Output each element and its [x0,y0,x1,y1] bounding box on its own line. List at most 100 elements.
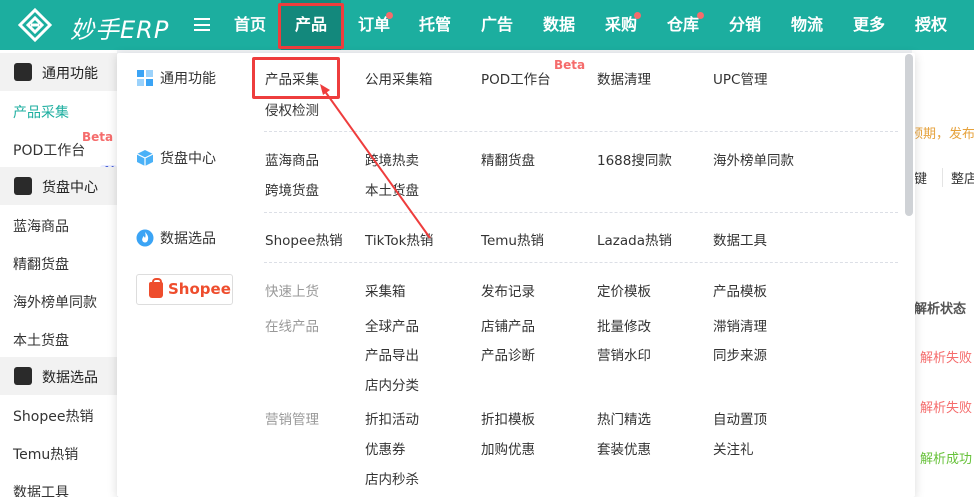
orders-notification-dot [386,12,393,19]
menu-link-shopee-hot[interactable]: Shopee热销 [265,229,343,249]
section-label-marketing: 营销管理 [265,412,319,428]
menu-link-refined-supply[interactable]: 精翻货盘 [481,149,535,169]
menu-link-shop-category[interactable]: 店内分类 [365,374,419,394]
cube-icon [14,177,32,195]
left-sidebar: 通用功能 产品采集 POD工作台 Beta AI 货盘中心 蓝海商品 精翻货盘 … [0,50,118,497]
nav-ads[interactable]: 广告 [469,0,525,50]
pod-beta-badge: Beta [554,58,586,72]
menu-link-follow-gift[interactable]: 关注礼 [713,438,754,458]
table-header-cell: 键 [914,172,928,187]
nav-orders[interactable]: 订单 [346,0,402,50]
shopee-label: Shopee [168,280,231,298]
menu-link-public-collect-box[interactable]: 公用采集箱 [365,68,433,88]
menu-link-blue-ocean[interactable]: 蓝海商品 [265,149,319,169]
menu-link-publish-record[interactable]: 发布记录 [481,280,535,300]
menu-link-add-on-deal[interactable]: 加购优惠 [481,438,535,458]
sidebar-group-general[interactable]: 通用功能 [0,53,117,91]
main-content-background: 预期，发布 键 整店 解析状态 解析失败 解析失败 解析成功 [910,50,974,497]
menu-link-lazada-hot[interactable]: Lazada热销 [597,229,672,249]
menu-link-local-supply[interactable]: 本土货盘 [365,179,419,199]
menu-link-1688-same[interactable]: 1688搜同款 [597,149,672,169]
sidebar-item-refined-supply[interactable]: 精翻货盘 [13,254,69,274]
nav-distribution[interactable]: 分销 [717,0,773,50]
menu-link-batch-edit[interactable]: 批量修改 [597,315,651,335]
highlight-box-product-nav [278,3,344,49]
section-label-online-products: 在线产品 [265,319,319,335]
sidebar-group-label: 数据选品 [42,370,98,386]
menu-divider [264,131,898,132]
menu-link-marketing-watermark[interactable]: 营销水印 [597,344,651,364]
sidebar-beta-badge: Beta [82,130,114,144]
sidebar-group-label: 货盘中心 [42,180,98,196]
menu-link-coupons[interactable]: 优惠券 [365,438,406,458]
section-label-quick-listing: 快速上货 [265,284,319,300]
sidebar-item-overseas-list[interactable]: 海外榜单同款 [13,292,97,312]
menu-link-flash-sale[interactable]: 店内秒杀 [365,468,419,488]
menu-link-shop-products[interactable]: 店铺产品 [481,315,535,335]
menu-link-cross-border-hot[interactable]: 跨境热卖 [365,149,419,169]
purchase-notification-dot [634,12,641,19]
menu-link-bundle-deal[interactable]: 套装优惠 [597,438,651,458]
sidebar-item-temu-hot[interactable]: Temu热销 [13,444,78,464]
warehouse-notification-dot [697,12,704,19]
menu-link-pod-workbench[interactable]: POD工作台 [481,68,551,88]
nav-authorize[interactable]: 授权 [903,0,959,50]
menu-category-label: 数据选品 [160,231,216,247]
status-badge: 解析失败 [920,401,973,416]
nav-logistics[interactable]: 物流 [779,0,835,50]
sidebar-item-pod[interactable]: POD工作台 [13,140,85,160]
menu-link-slow-clearance[interactable]: 滞销清理 [713,315,767,335]
menu-link-overseas-list[interactable]: 海外榜单同款 [713,149,794,169]
menu-link-auto-top[interactable]: 自动置顶 [713,408,767,428]
menu-link-discount-template[interactable]: 折扣模板 [481,408,535,428]
sidebar-group-data[interactable]: 数据选品 [0,357,117,395]
menu-link-product-template[interactable]: 产品模板 [713,280,767,300]
sidebar-item-product-collect[interactable]: 产品采集 [13,102,69,122]
menu-link-global-products[interactable]: 全球产品 [365,315,419,335]
shopee-bag-icon [149,278,163,298]
nav-purchase[interactable]: 采购 [593,0,649,50]
menu-link-sync-source[interactable]: 同步来源 [713,344,767,364]
menu-link-temu-hot[interactable]: Temu热销 [481,229,544,249]
nav-more[interactable]: 更多 [841,0,897,50]
menu-toggle-icon[interactable] [194,18,210,31]
grid-icon [14,63,32,81]
brand-name[interactable]: 妙手ERP [70,10,169,45]
product-mega-menu [117,53,915,497]
status-badge: 解析成功 [920,452,973,467]
menu-link-product-export[interactable]: 产品导出 [365,344,419,364]
sidebar-item-blue-ocean[interactable]: 蓝海商品 [13,216,69,236]
menu-link-data-tools[interactable]: 数据工具 [713,229,767,249]
nav-warehouse[interactable]: 仓库 [655,0,711,50]
menu-divider [264,212,898,213]
menu-link-collect-box[interactable]: 采集箱 [365,280,406,300]
sidebar-item-shopee-hot[interactable]: Shopee热销 [13,406,93,426]
flame-icon [14,367,32,385]
table-header-cell[interactable]: 整店 [942,168,974,187]
nav-data[interactable]: 数据 [531,0,587,50]
menu-link-pricing-template[interactable]: 定价模板 [597,280,651,300]
menu-category-label: 货盘中心 [160,151,216,167]
menu-link-hot-picks[interactable]: 热门精选 [597,408,651,428]
menu-link-data-clean[interactable]: 数据清理 [597,68,651,88]
status-column-header: 解析状态 [914,302,967,317]
menu-link-product-diagnose[interactable]: 产品诊断 [481,344,535,364]
sidebar-group-label: 通用功能 [42,66,98,82]
status-badge: 解析失败 [920,351,973,366]
menu-scrollbar[interactable] [905,54,913,216]
menu-link-cross-border-supply[interactable]: 跨境货盘 [265,179,319,199]
sidebar-item-local-supply[interactable]: 本土货盘 [13,330,69,350]
sidebar-group-supply[interactable]: 货盘中心 [0,167,117,205]
sidebar-item-data-tools[interactable]: 数据工具 [13,482,69,497]
miaoshou-logo-icon[interactable] [18,8,52,42]
menu-category-label: 通用功能 [160,71,216,87]
nav-hosting[interactable]: 托管 [407,0,463,50]
menu-link-discount-activity[interactable]: 折扣活动 [365,408,419,428]
menu-link-tiktok-hot[interactable]: TikTok热销 [365,229,433,249]
flame-icon [136,229,154,247]
menu-link-upc-manage[interactable]: UPC管理 [713,68,767,88]
menu-divider [264,262,898,263]
menu-link-infringement-check[interactable]: 侵权检测 [265,99,319,119]
shopee-platform-tab[interactable]: Shopee [136,274,233,305]
nav-home[interactable]: 首页 [222,0,278,50]
